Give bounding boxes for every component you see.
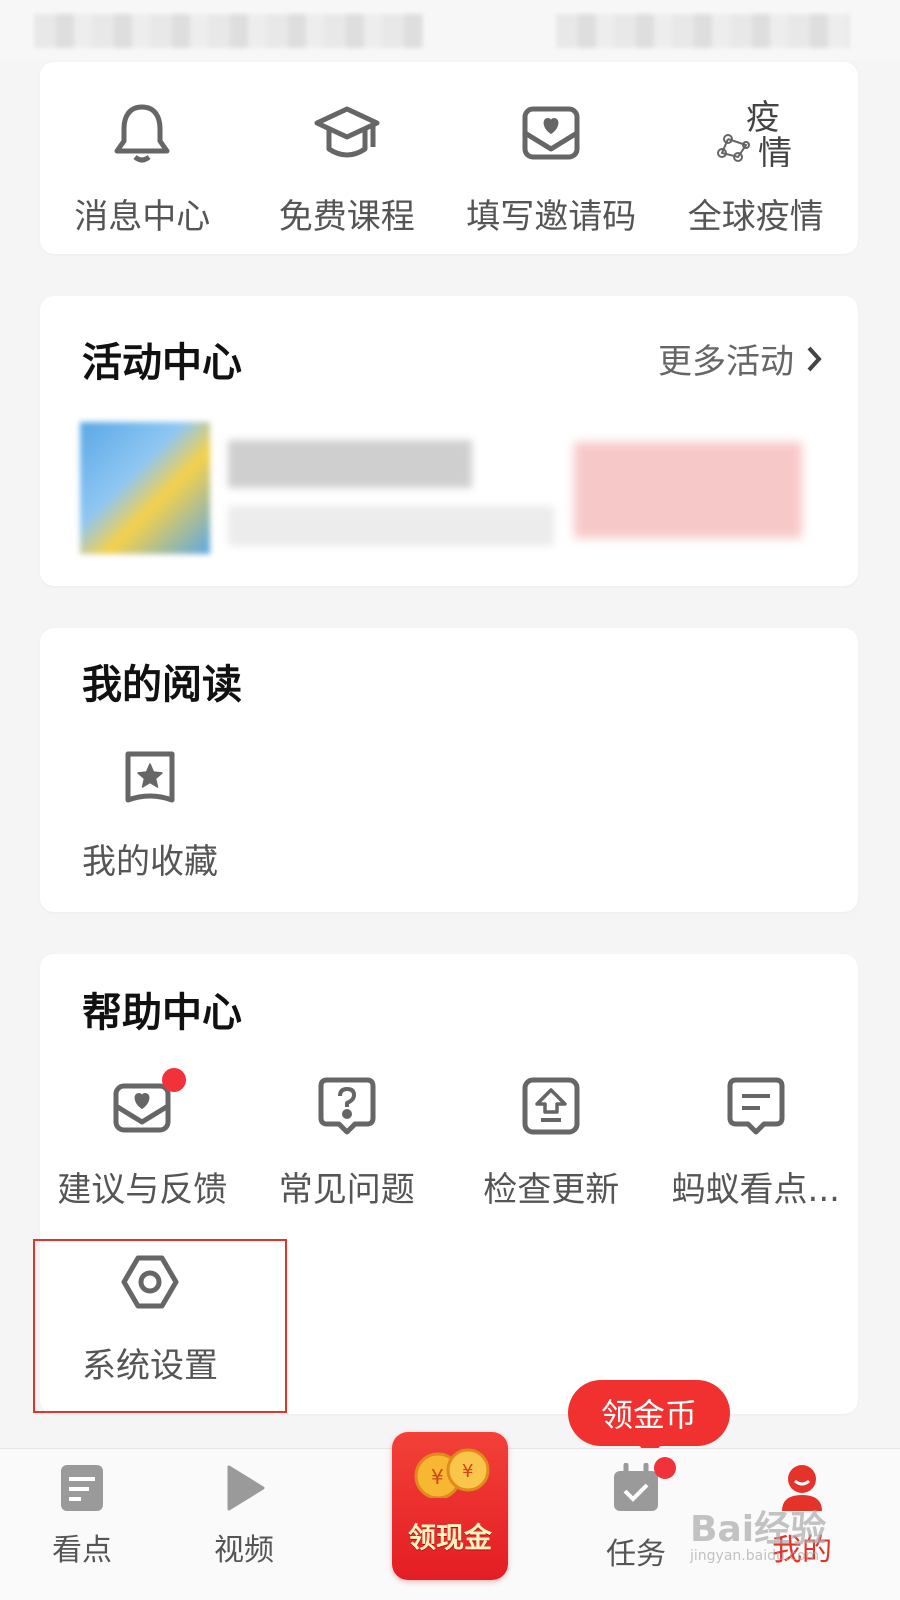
quick-link-message-center[interactable]: 消息中心 <box>40 79 245 238</box>
tab-tasks[interactable]: 任务 <box>576 1457 696 1573</box>
status-right-blurred <box>556 14 850 48</box>
watermark-brand: Bai经验 <box>690 1509 827 1550</box>
notification-badge <box>162 1068 187 1092</box>
my-reading-card: 我的阅读 我的收藏 <box>40 628 858 912</box>
favorites-label: 我的收藏 <box>82 842 218 882</box>
section-title: 帮助中心 <box>82 990 242 1036</box>
status-bar <box>0 0 900 60</box>
tab-label: 看点 <box>52 1533 112 1568</box>
more-activities-label: 更多活动 <box>658 342 794 382</box>
help-item-label: 检查更新 <box>483 1170 620 1210</box>
help-item-label: 建议与反馈 <box>57 1170 228 1210</box>
svg-text:情: 情 <box>758 134 792 167</box>
message-bubble-icon <box>722 1072 790 1140</box>
claim-cash-button[interactable]: ¥ ¥ 领现金 <box>392 1432 508 1580</box>
quick-link-global-epidemic[interactable]: 疫 情 全球疫情 <box>654 79 859 238</box>
quick-link-label: 填写邀请码 <box>466 196 637 237</box>
quick-links-card: 消息中心 免费课程 填写邀请码 疫 情 全球疫情 <box>40 62 858 254</box>
chevron-right-icon <box>807 346 822 371</box>
tab-video[interactable]: 视频 <box>184 1463 304 1569</box>
watermark: Bai经验 jingyan.baidu.com <box>690 1500 826 1564</box>
quick-link-free-courses[interactable]: 免费课程 <box>245 79 450 238</box>
svg-text:¥: ¥ <box>431 1465 444 1489</box>
help-item-label: 常见问题 <box>278 1170 415 1210</box>
help-item-label: 蚂蚁看点... <box>671 1170 840 1210</box>
article-icon <box>61 1465 103 1511</box>
claim-coins-label: 领金币 <box>600 1396 697 1434</box>
quick-link-label: 免费课程 <box>278 196 415 237</box>
update-arrow-icon <box>517 1072 585 1140</box>
quick-link-label: 消息中心 <box>74 196 211 237</box>
graduation-cap-icon <box>313 99 381 167</box>
tab-kandian[interactable]: 看点 <box>22 1463 142 1569</box>
quick-link-label: 全球疫情 <box>687 196 824 237</box>
tab-label: 视频 <box>214 1533 274 1568</box>
feedback-button[interactable]: 建议与反馈 <box>40 1068 245 1211</box>
claim-coins-bubble[interactable]: 领金币 <box>568 1380 730 1458</box>
claim-cash-label: 领现金 <box>407 1521 492 1554</box>
tab-label: 任务 <box>606 1537 666 1572</box>
activity-center-card: 活动中心 更多活动 <box>40 296 858 586</box>
notification-badge <box>654 1457 676 1479</box>
play-icon <box>227 1465 265 1511</box>
question-bubble-icon <box>313 1072 381 1140</box>
activity-desc-blurred <box>228 506 554 546</box>
more-activities-link[interactable]: 更多活动 <box>658 334 822 383</box>
ant-kandian-button[interactable]: 蚂蚁看点... <box>654 1072 859 1211</box>
epidemic-icon: 疫 情 <box>716 99 796 167</box>
bell-icon <box>108 99 176 167</box>
activity-action-blurred <box>574 442 802 538</box>
invite-envelope-icon <box>517 99 585 167</box>
activity-title-blurred <box>228 440 472 488</box>
section-title: 我的阅读 <box>82 662 242 708</box>
quick-link-invite-code[interactable]: 填写邀请码 <box>449 79 654 238</box>
faq-button[interactable]: 常见问题 <box>245 1072 450 1211</box>
watermark-url: jingyan.baidu.com <box>690 1548 820 1564</box>
highlight-annotation <box>33 1239 287 1413</box>
calendar-check-icon <box>614 1462 658 1511</box>
star-bookmark-icon <box>116 744 184 812</box>
my-favorites-button[interactable]: 我的收藏 <box>40 744 260 883</box>
svg-text:疫: 疫 <box>746 99 780 138</box>
activity-item[interactable] <box>80 422 840 558</box>
section-title: 活动中心 <box>82 340 242 386</box>
activity-thumbnail <box>80 422 210 554</box>
check-update-button[interactable]: 检查更新 <box>449 1072 654 1211</box>
svg-text:¥: ¥ <box>462 1461 473 1482</box>
status-left-blurred <box>34 14 424 48</box>
feedback-envelope-icon <box>108 1068 187 1140</box>
coins-icon: ¥ ¥ <box>414 1448 490 1498</box>
